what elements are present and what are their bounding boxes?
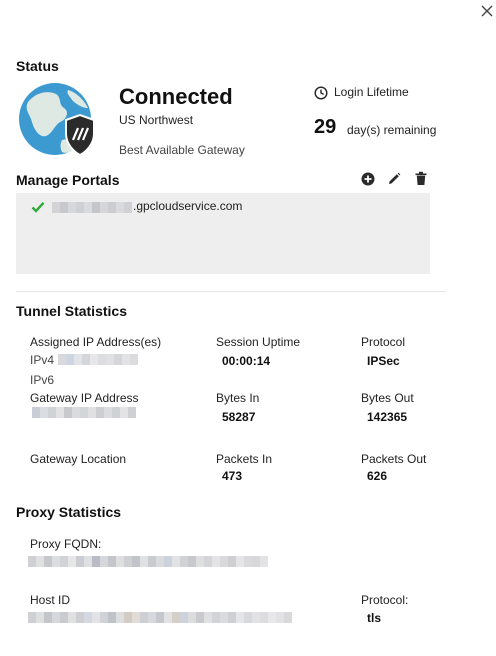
redacted-portal-name <box>52 202 132 213</box>
manage-portals-title: Manage Portals <box>16 172 120 188</box>
ipv4-label: IPv4 <box>30 353 55 367</box>
login-lifetime-label: Login Lifetime <box>334 85 409 99</box>
globe-shield-icon <box>18 82 98 162</box>
gateway-ip-label: Gateway IP Address <box>30 391 139 405</box>
tunnel-statistics-title: Tunnel Statistics <box>16 303 127 319</box>
days-remaining-value: 29 <box>314 116 337 138</box>
add-portal-button[interactable] <box>361 172 375 186</box>
redacted-gateway-ip <box>32 407 136 418</box>
close-icon <box>481 5 493 17</box>
proxy-protocol-value: tls <box>367 611 382 625</box>
redacted-ipv4-address <box>58 354 138 365</box>
close-button[interactable] <box>478 2 496 20</box>
delete-icon <box>415 171 427 185</box>
bytes-in-label: Bytes In <box>216 391 260 405</box>
proxy-protocol-label: Protocol: <box>361 593 409 607</box>
redacted-proxy-fqdn <box>28 556 268 567</box>
assigned-ip-label: Assigned IP Address(es) <box>30 335 162 349</box>
packets-out-value: 626 <box>367 469 388 483</box>
bytes-in-value: 58287 <box>222 410 256 424</box>
tunnel-protocol-label: Protocol <box>361 335 406 349</box>
session-uptime-value: 00:00:14 <box>222 354 271 368</box>
gateway-note: Best Available Gateway <box>119 143 245 157</box>
packets-out-label: Packets Out <box>361 452 427 466</box>
portal-list-panel: .gpcloudservice.com <box>16 193 430 274</box>
host-id-label: Host ID <box>30 593 71 607</box>
packets-in-value: 473 <box>222 469 243 483</box>
portal-list-item[interactable]: .gpcloudservice.com <box>16 197 430 217</box>
section-divider <box>16 291 446 292</box>
add-icon <box>361 172 375 186</box>
proxy-statistics-title: Proxy Statistics <box>16 504 122 520</box>
portal-name-suffix: .gpcloudservice.com <box>133 199 243 213</box>
packets-in-label: Packets In <box>216 452 273 466</box>
edit-portal-button[interactable] <box>387 172 401 186</box>
status-title: Status <box>16 58 59 74</box>
bytes-out-value: 142365 <box>367 410 408 424</box>
check-icon <box>31 201 45 213</box>
clock-icon <box>314 86 328 100</box>
days-remaining-suffix: day(s) remaining <box>347 123 437 137</box>
ipv6-label: IPv6 <box>30 373 55 387</box>
bytes-out-label: Bytes Out <box>361 391 414 405</box>
connection-location: US Northwest <box>119 113 194 127</box>
proxy-fqdn-label: Proxy FQDN: <box>30 537 102 551</box>
gateway-location-label: Gateway Location <box>30 452 127 466</box>
session-uptime-label: Session Uptime <box>216 335 301 349</box>
redacted-host-id <box>28 612 292 623</box>
edit-icon <box>389 172 401 184</box>
delete-portal-button[interactable] <box>414 171 428 186</box>
connection-state: Connected <box>119 84 233 109</box>
tunnel-protocol-value: IPSec <box>367 354 400 368</box>
